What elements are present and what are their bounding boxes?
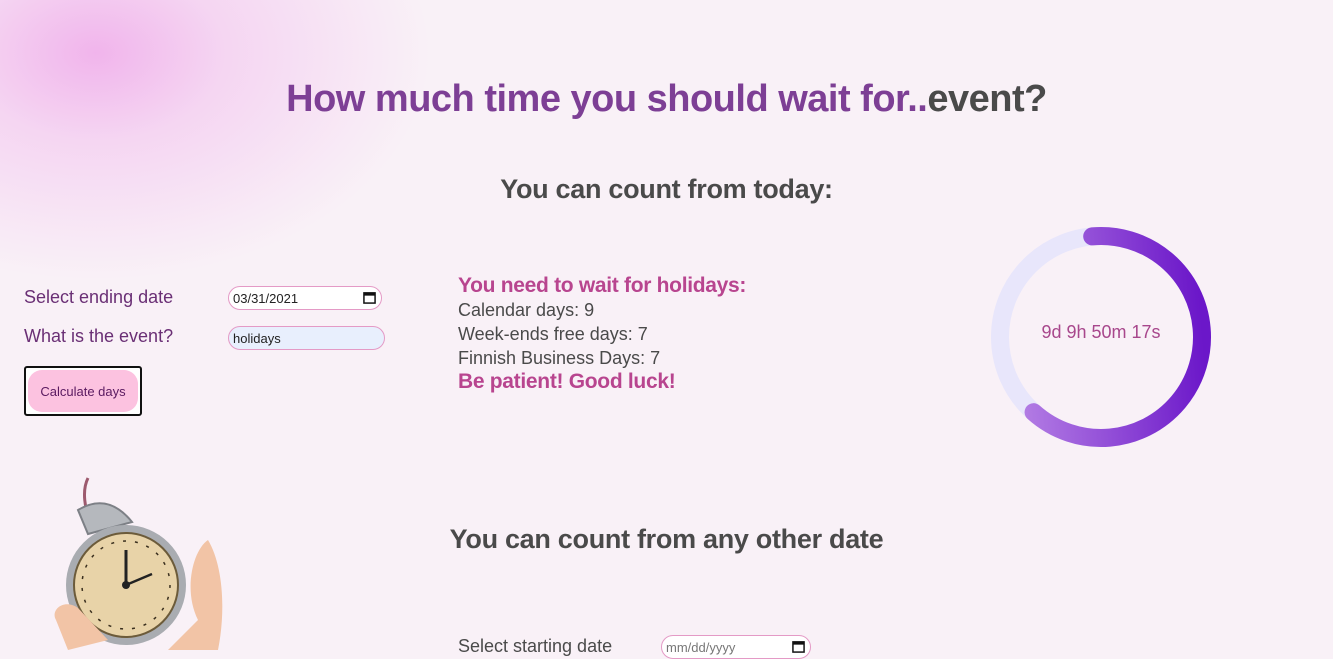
page-title-rest: event?	[927, 78, 1047, 120]
calendar-days: Calendar days: 9	[458, 300, 595, 320]
calculate-days-button[interactable]: Calculate days	[24, 366, 142, 416]
other-date-section-heading: You can count from any other date	[449, 524, 884, 554]
result-panel: You need to wait for holidays: Calendar …	[458, 274, 746, 394]
starting-date-input[interactable]: mm/dd/yyyy	[661, 635, 811, 659]
business-days: Finnish Business Days: 7	[458, 348, 661, 368]
result-closing: Be patient! Good luck!	[458, 370, 676, 393]
event-input[interactable]: holidays	[228, 326, 385, 350]
result-headline: You need to wait for holidays:	[458, 274, 747, 297]
countdown-text: 9d 9h 50m 17s	[1041, 322, 1161, 342]
alarm-clock-icon	[54, 477, 223, 650]
background-glow	[0, 0, 460, 300]
starting-date-label: Select starting date	[458, 636, 613, 656]
ending-date-value: 03/31/2021	[233, 290, 299, 306]
calendar-icon[interactable]	[792, 640, 805, 653]
event-label: What is the event?	[24, 326, 174, 346]
page-title-accent: How much time you should wait for..	[286, 78, 928, 120]
weekend-free-days: Week-ends free days: 7	[458, 324, 648, 344]
today-section-heading: You can count from today:	[500, 174, 833, 204]
ending-date-input[interactable]: 03/31/2021	[228, 286, 382, 310]
calculate-days-button-label: Calculate days	[28, 370, 138, 412]
starting-date-placeholder: mm/dd/yyyy	[666, 639, 736, 655]
event-input-value: holidays	[233, 330, 281, 346]
calendar-icon[interactable]	[363, 291, 376, 304]
page-title: How much time you should wait for..event…	[0, 78, 1333, 121]
ending-date-label: Select ending date	[24, 287, 174, 307]
